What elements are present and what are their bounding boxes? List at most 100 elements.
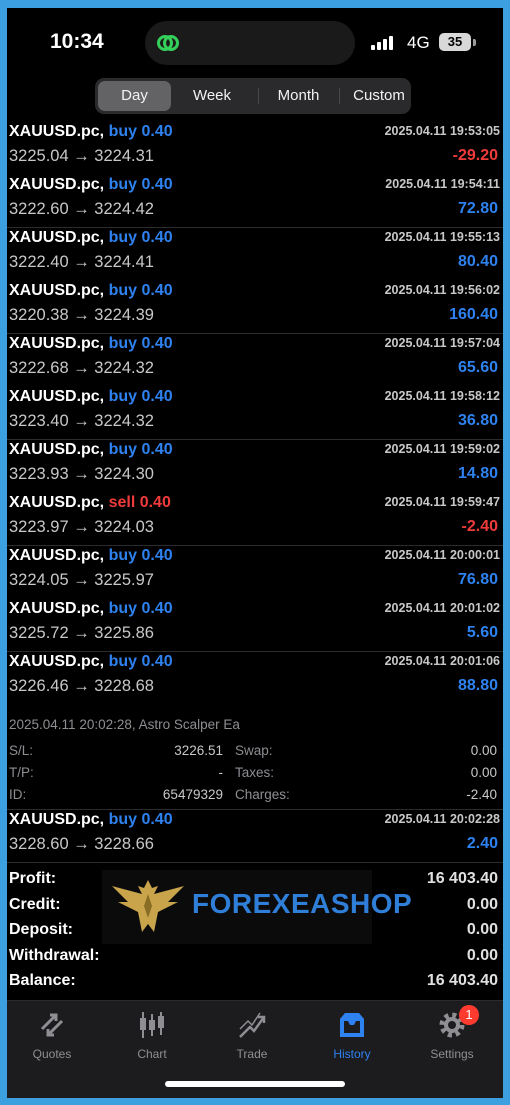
sl-label: S/L:: [9, 742, 34, 758]
trade-symbol: XAUUSD.pc,: [9, 175, 105, 193]
trade-row[interactable]: XAUUSD.pc, buy 0.40 2025.04.11 20:00:01 …: [7, 546, 503, 599]
trade-side: buy 0.40: [108, 599, 173, 617]
credit-label: Credit:: [9, 895, 61, 913]
id-label: ID:: [9, 786, 27, 802]
trade-row[interactable]: XAUUSD.pc, buy 0.40 2025.04.11 19:59:02 …: [7, 440, 503, 493]
trade-datetime: 2025.04.11 19:59:02: [384, 442, 500, 456]
trade-prices: 3225.72 → 3225.86: [9, 623, 154, 642]
tab-settings[interactable]: 1 Settings: [407, 1005, 497, 1069]
home-indicator[interactable]: [165, 1081, 345, 1087]
tab-chart[interactable]: Chart: [107, 1009, 197, 1069]
tab-month[interactable]: Month: [261, 81, 336, 111]
taxes-label: Taxes:: [235, 764, 275, 780]
dynamic-island: [145, 21, 355, 65]
trade-group: XAUUSD.pc, buy 0.40 2025.04.11 19:53:05 …: [7, 122, 503, 228]
deposit-value: 0.00: [466, 921, 498, 938]
trade-side: buy 0.40: [108, 441, 173, 458]
withdrawal-value: 0.00: [466, 946, 498, 964]
tab-week[interactable]: Week: [175, 81, 249, 111]
trade-prices: 3226.46 → 3228.68: [9, 677, 154, 695]
trade-datetime: 2025.04.11 19:53:05: [384, 124, 500, 138]
trade-prices: 3224.05 → 3225.97: [9, 571, 154, 589]
trade-row[interactable]: XAUUSD.pc, buy 0.40 2025.04.11 20:01:02 …: [7, 599, 503, 652]
trade-icon: [239, 1012, 266, 1038]
battery-tip: [473, 39, 476, 46]
trade-symbol: XAUUSD.pc,: [9, 387, 105, 405]
watermark: FOREXEASHOP: [102, 870, 412, 944]
summary-row: Withdrawal: 0.00: [7, 947, 503, 973]
trade-symbol: XAUUSD.pc,: [9, 653, 105, 670]
trade-symbol: XAUUSD.pc,: [9, 441, 105, 458]
trade-group: XAUUSD.pc, buy 0.40 2025.04.11 19:57:04 …: [7, 334, 503, 440]
trade-row[interactable]: XAUUSD.pc, sell 0.40 2025.04.11 19:59:47…: [7, 493, 503, 546]
trade-row[interactable]: XAUUSD.pc, buy 0.40 2025.04.11 19:53:05 …: [7, 122, 503, 175]
trade-group: XAUUSD.pc, buy 0.40 2025.04.11 19:59:02 …: [7, 440, 503, 546]
tab-quotes[interactable]: Quotes: [7, 1009, 97, 1069]
trade-prices: 3225.04 → 3224.31: [9, 147, 154, 165]
quotes-icon: [40, 1013, 64, 1037]
phone-screen: 10:34 4G 35 Day Week Month Custom XAUUSD…: [7, 8, 503, 1098]
trade-symbol: XAUUSD.pc,: [9, 281, 105, 299]
trade-prices: 3220.38 → 3224.39: [9, 305, 154, 324]
network-type: 4G: [407, 33, 430, 52]
trade-symbol: XAUUSD.pc,: [9, 599, 105, 617]
trade-row[interactable]: XAUUSD.pc, buy 0.40 2025.04.11 19:57:04 …: [7, 334, 503, 387]
trade-profit: 36.80: [457, 411, 498, 429]
tab-day[interactable]: Day: [98, 81, 171, 111]
trade-group: XAUUSD.pc, buy 0.40 2025.04.11 20:00:01 …: [7, 546, 503, 652]
balance-label: Balance:: [9, 972, 76, 989]
details-row: T/P: - Taxes: 0.00: [9, 765, 497, 783]
trade-profit: 5.60: [466, 623, 498, 641]
details-row: ID: 65479329 Charges: -2.40: [9, 787, 497, 805]
tab-label: Quotes: [32, 1047, 72, 1061]
trade-side: sell 0.40: [108, 493, 171, 511]
segment-divider: [339, 88, 340, 104]
tab-trade[interactable]: Trade: [207, 1009, 297, 1069]
trade-datetime: 2025.04.11 19:56:02: [384, 282, 500, 297]
trade-row[interactable]: XAUUSD.pc, buy 0.40 2025.04.11 20:02:28 …: [7, 810, 503, 863]
trade-datetime: 2025.04.11 20:01:06: [384, 654, 500, 668]
trade-profit: 14.80: [457, 465, 498, 482]
trade-side: buy 0.40: [108, 123, 173, 140]
trade-prices: 3223.93 → 3224.30: [9, 465, 154, 483]
tab-history[interactable]: History: [307, 1009, 397, 1069]
profit-value: 16 403.40: [426, 870, 498, 887]
trade-side: buy 0.40: [108, 810, 173, 828]
trade-symbol: XAUUSD.pc,: [9, 335, 105, 352]
history-icon: [340, 1013, 364, 1037]
tp-value: -: [218, 764, 224, 780]
sl-value: 3226.51: [174, 742, 223, 758]
tab-label: Settings: [430, 1047, 474, 1061]
trade-datetime: 2025.04.11 20:01:02: [384, 600, 500, 615]
trade-datetime: 2025.04.11 20:00:01: [384, 548, 500, 562]
trade-row[interactable]: XAUUSD.pc, buy 0.40 2025.04.11 19:54:11 …: [7, 175, 503, 228]
details-time-comment: 2025.04.11 20:02:28, Astro Scalper Ea: [9, 716, 240, 732]
balance-value: 16 403.40: [426, 972, 498, 989]
tp-label: T/P:: [9, 764, 34, 780]
trade-datetime: 2025.04.11 19:55:13: [384, 230, 500, 244]
swap-value: 0.00: [470, 742, 497, 758]
trade-symbol: XAUUSD.pc,: [9, 547, 105, 564]
trade-profit: 88.80: [457, 677, 498, 694]
trade-symbol: XAUUSD.pc,: [9, 229, 105, 246]
trade-profit: 65.60: [457, 359, 498, 376]
trade-profit: -2.40: [461, 517, 498, 535]
tab-custom[interactable]: Custom: [341, 81, 417, 111]
eagle-logo-icon: [112, 880, 184, 932]
trade-profit: 160.40: [449, 305, 498, 323]
trade-prices: 3223.40 → 3224.32: [9, 411, 154, 430]
charges-label: Charges:: [235, 786, 290, 802]
trade-row[interactable]: XAUUSD.pc, buy 0.40 2025.04.11 19:58:12 …: [7, 387, 503, 440]
credit-value: 0.00: [466, 895, 498, 913]
taxes-value: 0.00: [470, 764, 497, 780]
trade-profit: -29.20: [452, 147, 498, 164]
bottom-tab-bar: Quotes Chart Trade History 1 Settings: [7, 1000, 503, 1098]
trade-prices: 3222.40 → 3224.41: [9, 253, 154, 271]
trade-prices: 3228.60 → 3228.66: [9, 834, 154, 853]
trade-row[interactable]: XAUUSD.pc, buy 0.40 2025.04.11 19:55:13 …: [7, 228, 503, 281]
trade-side: buy 0.40: [108, 229, 173, 246]
trade-row[interactable]: XAUUSD.pc, buy 0.40 2025.04.11 19:56:02 …: [7, 281, 503, 334]
trade-row[interactable]: XAUUSD.pc, buy 0.40 2025.04.11 20:01:06 …: [7, 652, 503, 705]
watermark-text: FOREXEASHOP: [192, 888, 413, 919]
trade-symbol: XAUUSD.pc,: [9, 810, 105, 828]
